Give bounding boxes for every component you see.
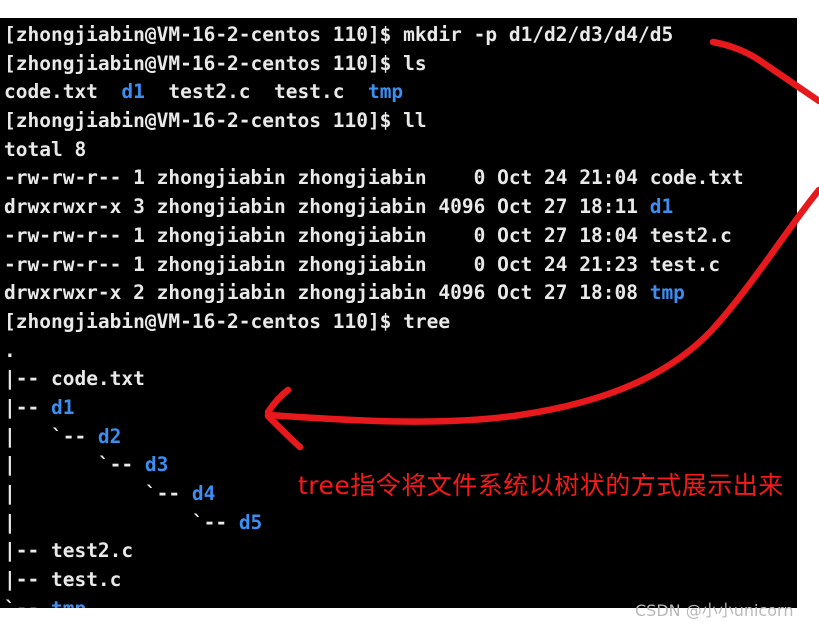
shell-prompt: [zhongjiabin@VM-16-2-centos 110]$ bbox=[4, 23, 404, 46]
output-text: drwxrwxr-x 2 zhongjiabin zhongjiabin 409… bbox=[4, 281, 650, 305]
output-text: code.txt bbox=[50, 367, 145, 391]
terminal-output: [zhongjiabin@VM-16-2-centos 110]$ mkdir … bbox=[4, 21, 797, 608]
shell-command: mkdir -p d1/d2/d3/d4/d5 bbox=[403, 23, 674, 46]
output-text: `-- bbox=[4, 597, 51, 608]
directory-name: tmp bbox=[367, 80, 404, 104]
terminal-line: |-- code.txt bbox=[4, 365, 797, 394]
terminal-line: drwxrwxr-x 3 zhongjiabin zhongjiabin 409… bbox=[4, 193, 797, 222]
output-text: -rw-rw-r-- 1 zhongjiabin zhongjiabin 0 O… bbox=[4, 223, 650, 247]
terminal-line: [zhongjiabin@VM-16-2-centos 110]$ ls bbox=[4, 50, 797, 79]
terminal-line: | `-- d5 bbox=[4, 509, 797, 538]
directory-name: d3 bbox=[144, 453, 169, 477]
shell-prompt: [zhongjiabin@VM-16-2-centos 110]$ bbox=[4, 309, 404, 333]
csdn-watermark: CSDN @小小unicorn bbox=[635, 601, 794, 620]
terminal-line: |-- test.c bbox=[4, 566, 797, 595]
output-text: . bbox=[4, 338, 16, 362]
terminal-line: drwxrwxr-x 2 zhongjiabin zhongjiabin 409… bbox=[4, 279, 797, 308]
output-text: test2.c test.c bbox=[144, 80, 368, 104]
terminal-line: -rw-rw-r-- 1 zhongjiabin zhongjiabin 0 O… bbox=[4, 164, 797, 193]
shell-command: ll bbox=[403, 109, 427, 133]
output-text: | `-- bbox=[4, 482, 192, 505]
output-text: |-- bbox=[4, 395, 51, 419]
terminal-line: |-- test2.c bbox=[4, 537, 797, 566]
output-text: test2.c bbox=[649, 223, 732, 247]
shell-prompt: [zhongjiabin@VM-16-2-centos 110]$ bbox=[4, 109, 404, 133]
terminal-line: -rw-rw-r-- 1 zhongjiabin zhongjiabin 0 O… bbox=[4, 251, 797, 280]
output-text: | `-- bbox=[4, 453, 145, 477]
terminal-line: [zhongjiabin@VM-16-2-centos 110]$ ll bbox=[4, 107, 797, 136]
screenshot-root: [zhongjiabin@VM-16-2-centos 110]$ mkdir … bbox=[0, 0, 819, 629]
directory-name: d4 bbox=[191, 482, 216, 505]
terminal-line: -rw-rw-r-- 1 zhongjiabin zhongjiabin 0 O… bbox=[4, 222, 797, 251]
directory-name: d1 bbox=[50, 395, 75, 419]
output-text: | `-- bbox=[4, 510, 239, 534]
directory-name: tmp bbox=[649, 281, 685, 305]
terminal-line: [zhongjiabin@VM-16-2-centos 110]$ mkdir … bbox=[4, 21, 797, 50]
annotation-note-text: tree指令将文件系统以树状的方式展示出来 bbox=[298, 471, 784, 500]
terminal-line: | `-- d2 bbox=[4, 423, 797, 452]
output-text: code.txt bbox=[649, 166, 744, 190]
output-text: total 8 bbox=[4, 137, 87, 161]
output-text: |-- bbox=[4, 367, 51, 391]
output-text: -rw-rw-r-- 1 zhongjiabin zhongjiabin 0 O… bbox=[4, 252, 650, 276]
terminal-line: [zhongjiabin@VM-16-2-centos 110]$ tree bbox=[4, 308, 797, 337]
terminal-line: total 8 bbox=[4, 136, 797, 165]
directory-name: tmp bbox=[51, 597, 86, 608]
shell-prompt: [zhongjiabin@VM-16-2-centos 110]$ bbox=[4, 51, 404, 75]
shell-command: tree bbox=[403, 309, 451, 333]
output-text: |-- bbox=[4, 568, 51, 592]
terminal-line: . bbox=[4, 337, 797, 366]
directory-name: d5 bbox=[238, 510, 263, 534]
terminal-line: |-- d1 bbox=[4, 394, 797, 423]
directory-name: d1 bbox=[649, 195, 674, 219]
output-text: test.c bbox=[649, 252, 721, 276]
directory-name: d2 bbox=[97, 424, 122, 448]
output-text: test.c bbox=[50, 568, 122, 592]
shell-command: ls bbox=[403, 51, 427, 75]
output-text: | `-- bbox=[4, 424, 98, 448]
output-text: |-- bbox=[4, 539, 51, 563]
directory-name: d1 bbox=[121, 80, 145, 104]
output-text: drwxrwxr-x 3 zhongjiabin zhongjiabin 409… bbox=[4, 195, 650, 219]
output-text: code.txt bbox=[4, 80, 122, 104]
output-text: test2.c bbox=[50, 539, 134, 563]
terminal-window[interactable]: [zhongjiabin@VM-16-2-centos 110]$ mkdir … bbox=[0, 18, 797, 608]
output-text: -rw-rw-r-- 1 zhongjiabin zhongjiabin 0 O… bbox=[4, 166, 650, 190]
terminal-line: code.txt d1 test2.c test.c tmp bbox=[4, 78, 797, 107]
